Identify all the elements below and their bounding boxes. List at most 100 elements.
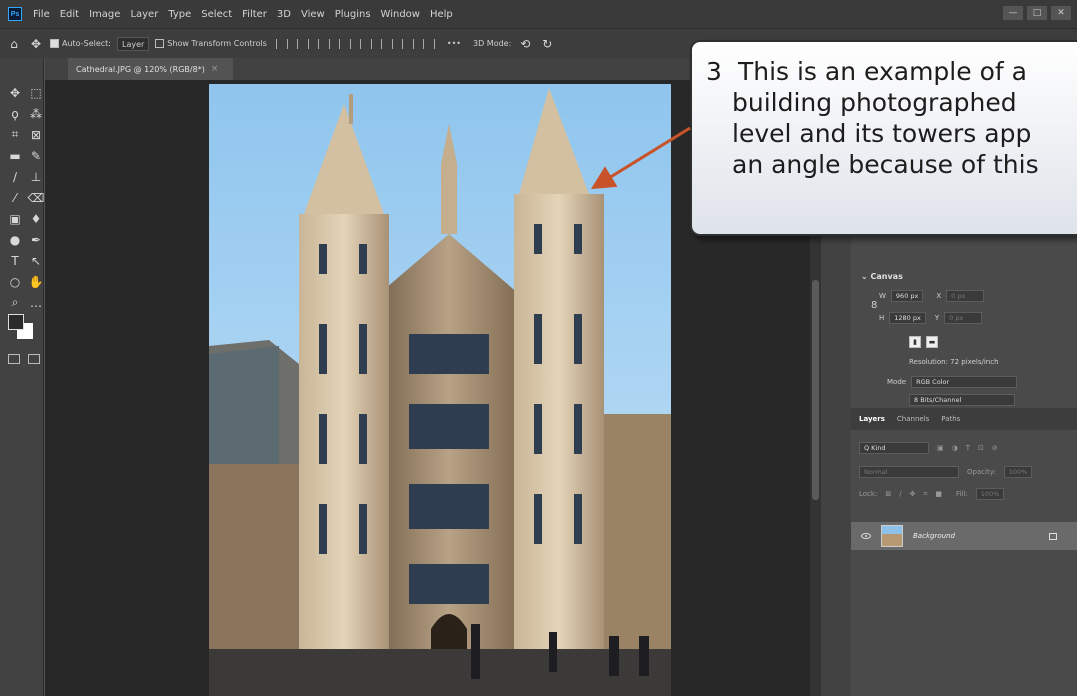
minimize-button[interactable]: — <box>1003 6 1023 20</box>
move-tool-icon[interactable]: ✥ <box>6 84 24 101</box>
height-field[interactable]: 1280 px <box>889 312 926 324</box>
distribute-vertical-icon[interactable] <box>422 38 435 49</box>
close-tab-icon[interactable]: × <box>211 64 219 74</box>
filter-adjustment-icon[interactable]: ◑ <box>952 444 958 452</box>
filter-smart-icon[interactable]: ⊘ <box>992 444 998 452</box>
marquee-tool-icon[interactable]: ⬚ <box>27 84 45 101</box>
menu-image[interactable]: Image <box>84 9 125 20</box>
align-left-icon[interactable] <box>275 38 288 49</box>
layer-row-background[interactable]: Background <box>851 522 1077 550</box>
blur-tool-icon[interactable]: ♦ <box>27 210 45 227</box>
x-field[interactable]: 0 px <box>946 290 985 302</box>
lock-position-icon[interactable]: ✥ <box>910 490 916 498</box>
tab-channels[interactable]: Channels <box>897 415 929 423</box>
callout-box: 3 This is an example of a building photo… <box>690 40 1077 236</box>
filter-shape-icon[interactable]: ⊡ <box>978 444 984 452</box>
auto-select-dropdown[interactable]: Layer <box>116 36 150 51</box>
pen-tool-icon[interactable]: ✒ <box>27 231 45 248</box>
callout-line-1: 3 This is an example of a <box>706 56 1077 87</box>
align-center-icon[interactable] <box>296 38 309 49</box>
bit-depth-dropdown[interactable]: 8 Bits/Channel <box>909 394 1015 406</box>
menu-window[interactable]: Window <box>376 9 425 20</box>
crop-tool-icon[interactable]: ⌗ <box>6 126 24 143</box>
opacity-field[interactable]: 100% <box>1003 466 1033 478</box>
align-bottom-icon[interactable] <box>401 38 414 49</box>
callout-step-number: 3 <box>706 57 722 86</box>
more-options-button[interactable]: ••• <box>447 39 461 48</box>
tab-layers[interactable]: Layers <box>859 415 885 423</box>
link-icon[interactable]: 8 <box>871 300 877 311</box>
align-right-icon[interactable] <box>317 38 330 49</box>
align-top-icon[interactable] <box>359 38 372 49</box>
menu-layer[interactable]: Layer <box>125 9 163 20</box>
filter-type-icon[interactable]: T <box>966 444 970 452</box>
show-transform-checkbox[interactable] <box>155 39 165 48</box>
foreground-color[interactable] <box>8 314 24 330</box>
portrait-orientation-icon[interactable]: ▮ <box>909 336 921 348</box>
menu-select[interactable]: Select <box>196 9 237 20</box>
hand-tool-icon[interactable]: ✋ <box>27 273 45 290</box>
3d-orbit-icon[interactable]: ⟲ <box>517 36 533 52</box>
dodge-tool-icon[interactable]: ● <box>6 231 24 248</box>
eraser-tool-icon[interactable]: ⌫ <box>27 189 45 206</box>
lock-paint-icon[interactable]: ∕ <box>899 490 901 498</box>
screen-mode-icon[interactable] <box>28 354 40 364</box>
gradient-tool-icon[interactable]: ▣ <box>6 210 24 227</box>
layers-panel-tabs: Layers Channels Paths <box>851 408 1077 430</box>
photoshop-logo-icon: Ps <box>8 7 22 21</box>
x-label: X <box>936 292 942 300</box>
maximize-button[interactable]: □ <box>1027 6 1047 20</box>
quick-select-tool-icon[interactable]: ⁂ <box>27 105 45 122</box>
document-tab[interactable]: Cathedral.JPG @ 120% (RGB/8*) × <box>68 58 233 80</box>
menu-type[interactable]: Type <box>163 9 196 20</box>
color-swatches[interactable] <box>8 314 38 344</box>
history-brush-icon[interactable]: ⁄ <box>6 189 24 206</box>
ruler-tool-icon[interactable]: ▬ <box>6 147 24 164</box>
menu-help[interactable]: Help <box>425 9 458 20</box>
filter-pixel-icon[interactable]: ▣ <box>937 444 944 452</box>
lasso-tool-icon[interactable]: ϙ <box>6 105 24 122</box>
layer-kind-filter[interactable]: Q Kind <box>859 442 929 454</box>
3d-roll-icon[interactable]: ↻ <box>539 36 555 52</box>
tab-paths[interactable]: Paths <box>941 415 960 423</box>
more-tools-icon[interactable]: … <box>27 294 45 311</box>
path-select-tool-icon[interactable]: ↖ <box>27 252 45 269</box>
width-field[interactable]: 960 px <box>890 290 924 302</box>
quick-mask-icon[interactable] <box>8 354 20 364</box>
resolution-text: Resolution: 72 pixels/inch <box>909 358 999 366</box>
eyedropper-tool-icon[interactable]: ✎ <box>27 147 45 164</box>
zoom-tool-icon[interactable]: ⌕ <box>6 294 24 311</box>
fill-field[interactable]: 100% <box>975 488 1005 500</box>
stamp-tool-icon[interactable]: ⊥ <box>27 168 45 185</box>
menu-plugins[interactable]: Plugins <box>330 9 376 20</box>
brush-tool-icon[interactable]: ∕ <box>6 168 24 185</box>
lock-all-icon[interactable]: ■ <box>935 490 942 498</box>
auto-select-group[interactable]: Auto-Select: <box>50 39 111 48</box>
visibility-eye-icon[interactable] <box>861 533 871 539</box>
align-middle-icon[interactable] <box>380 38 393 49</box>
menu-3d[interactable]: 3D <box>272 9 296 20</box>
mode-dropdown[interactable]: RGB Color <box>911 376 1018 388</box>
landscape-orientation-icon[interactable]: ▬ <box>926 336 938 348</box>
show-transform-group[interactable]: Show Transform Controls <box>155 39 267 48</box>
home-icon[interactable]: ⌂ <box>6 36 22 52</box>
distribute-icon[interactable] <box>338 38 351 49</box>
y-field[interactable]: 0 px <box>944 312 983 324</box>
auto-select-label: Auto-Select: <box>62 39 111 48</box>
auto-select-checkbox[interactable] <box>50 39 59 48</box>
type-tool-icon[interactable]: T <box>6 252 24 269</box>
lock-pixels-icon[interactable]: ⊠ <box>885 490 891 498</box>
close-button[interactable]: ✕ <box>1051 6 1071 20</box>
frame-tool-icon[interactable]: ⊠ <box>27 126 45 143</box>
scrollbar-thumb[interactable] <box>812 280 819 500</box>
menu-view[interactable]: View <box>296 9 330 20</box>
document-canvas[interactable] <box>209 84 671 696</box>
menu-edit[interactable]: Edit <box>55 9 84 20</box>
menu-file[interactable]: File <box>28 9 55 20</box>
move-tool-icon[interactable]: ✥ <box>28 36 44 52</box>
canvas-section-title[interactable]: ⌄ Canvas <box>861 272 903 281</box>
shape-tool-icon[interactable]: ○ <box>6 273 24 290</box>
blend-mode-dropdown[interactable]: Normal <box>859 466 959 478</box>
menu-filter[interactable]: Filter <box>237 9 272 20</box>
lock-artboard-icon[interactable]: ⌗ <box>923 490 927 499</box>
